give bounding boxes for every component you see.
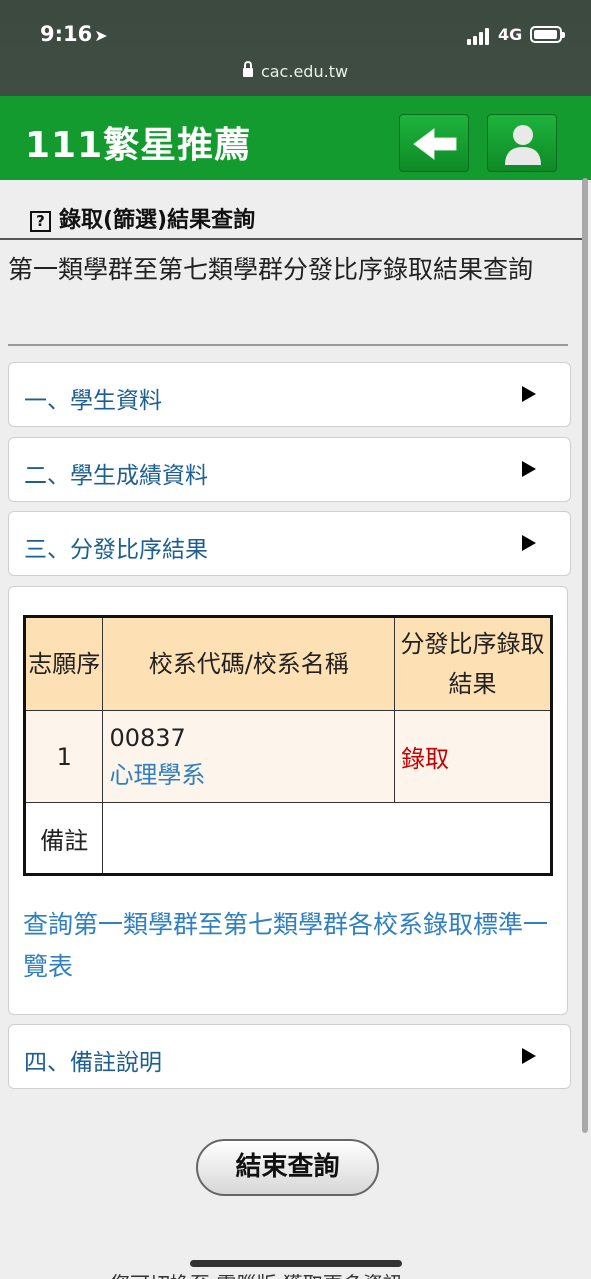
lock-icon xyxy=(242,61,253,77)
page-heading: 第一類學群至第七類學群分發比序錄取結果查詢 xyxy=(8,255,534,284)
cell-order: 1 xyxy=(23,710,104,803)
department-code: 00837 xyxy=(109,723,186,752)
divider xyxy=(0,238,586,240)
app-title: 111繁星推薦 xyxy=(25,125,252,166)
app-header: 111繁星推薦 xyxy=(0,96,591,180)
arrow-left-icon xyxy=(413,128,457,160)
signal-icon xyxy=(467,27,493,45)
network-type: 4G xyxy=(498,25,523,44)
accordion-remarks[interactable]: 四、備註說明 xyxy=(8,1024,571,1089)
department-name-link[interactable]: 心理學系 xyxy=(103,756,394,794)
header-result: 分發比序錄取結果 xyxy=(394,616,552,711)
accordion-label: 一、學生資料 xyxy=(24,388,162,414)
browser-top-bar: 9:16 ➤ 4G cac.edu.tw xyxy=(0,0,591,96)
remark-label: 備註 xyxy=(23,802,104,875)
status-time: 9:16 ➤ xyxy=(40,22,108,46)
battery-icon xyxy=(530,26,565,43)
back-button[interactable] xyxy=(399,114,469,172)
result-table: 志願序 校系代碼/校系名稱 分發比序錄取結果 1 00837 心理學系 錄取 備… xyxy=(23,615,553,876)
table-header-row: 志願序 校系代碼/校系名稱 分發比序錄取結果 xyxy=(23,616,552,711)
accordion-ranking-result[interactable]: 三、分發比序結果 xyxy=(8,511,571,576)
location-arrow-icon: ➤ xyxy=(94,26,108,45)
admission-standards-link[interactable]: 查詢第一類學群至第七類學群各校系錄取標準一覽表 xyxy=(23,904,553,988)
accordion-student-info[interactable]: 一、學生資料 xyxy=(8,362,571,427)
section-title: ? 錄取(篩選)結果查詢 xyxy=(30,202,255,234)
accordion-label: 二、學生成績資料 xyxy=(24,463,208,489)
home-indicator[interactable] xyxy=(190,1260,402,1267)
triangle-right-icon xyxy=(522,386,536,402)
end-query-button[interactable]: 結束查詢 xyxy=(196,1139,379,1196)
scrollbar[interactable] xyxy=(582,178,588,1133)
table-remark-row: 備註 xyxy=(23,802,552,875)
user-icon xyxy=(505,125,541,165)
section-title-text: 錄取(篩選)結果查詢 xyxy=(59,208,256,233)
triangle-right-icon xyxy=(522,535,536,551)
url-text: cac.edu.tw xyxy=(260,62,349,81)
remark-value xyxy=(102,802,552,875)
table-row: 1 00837 心理學系 錄取 xyxy=(23,710,552,803)
user-button[interactable] xyxy=(487,114,557,172)
divider xyxy=(8,344,568,346)
triangle-right-icon xyxy=(522,461,536,477)
footer-text: 您可切換至 電腦版 獲取更多資訊 xyxy=(110,1268,403,1279)
help-icon: ? xyxy=(30,211,51,232)
cell-department: 00837 心理學系 xyxy=(102,710,396,803)
header-department: 校系代碼/校系名稱 xyxy=(102,616,396,711)
accordion-label: 三、分發比序結果 xyxy=(24,537,208,563)
header-order: 志願序 xyxy=(23,616,104,711)
accordion-student-scores[interactable]: 二、學生成績資料 xyxy=(8,437,571,502)
cell-result: 錄取 xyxy=(394,710,552,803)
triangle-right-icon xyxy=(522,1048,536,1064)
accordion-label: 四、備註說明 xyxy=(24,1050,162,1076)
url-bar[interactable]: cac.edu.tw xyxy=(0,61,591,81)
